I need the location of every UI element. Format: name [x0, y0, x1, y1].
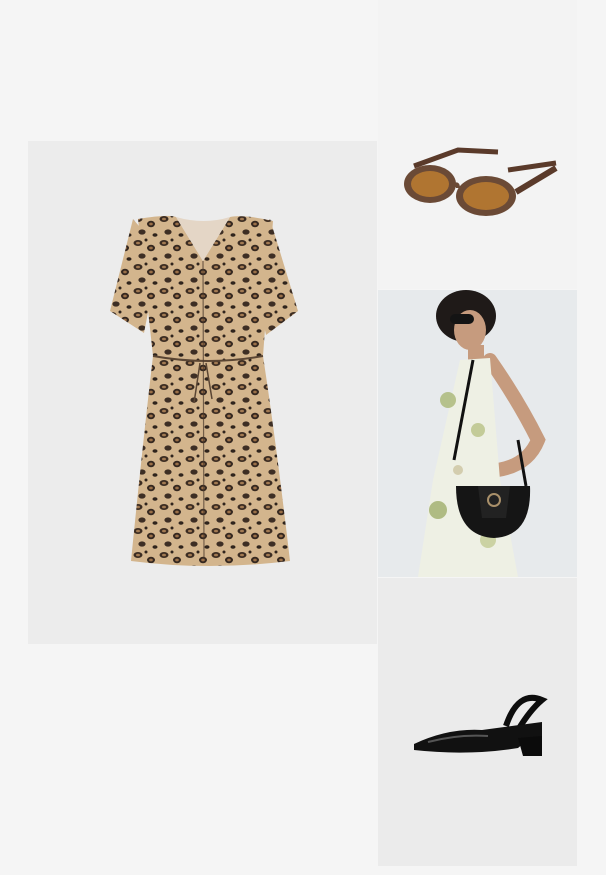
leopard-dress-image	[110, 215, 298, 566]
sunglasses-product-tile[interactable]	[378, 0, 577, 289]
slingback-shoe-image	[414, 694, 548, 756]
saddle-bag-model-image	[418, 290, 546, 577]
bag-product-tile[interactable]	[378, 290, 577, 577]
sunglasses-image	[404, 147, 558, 216]
shoe-product-tile[interactable]	[378, 578, 577, 866]
dress-product-tile[interactable]	[28, 141, 377, 644]
